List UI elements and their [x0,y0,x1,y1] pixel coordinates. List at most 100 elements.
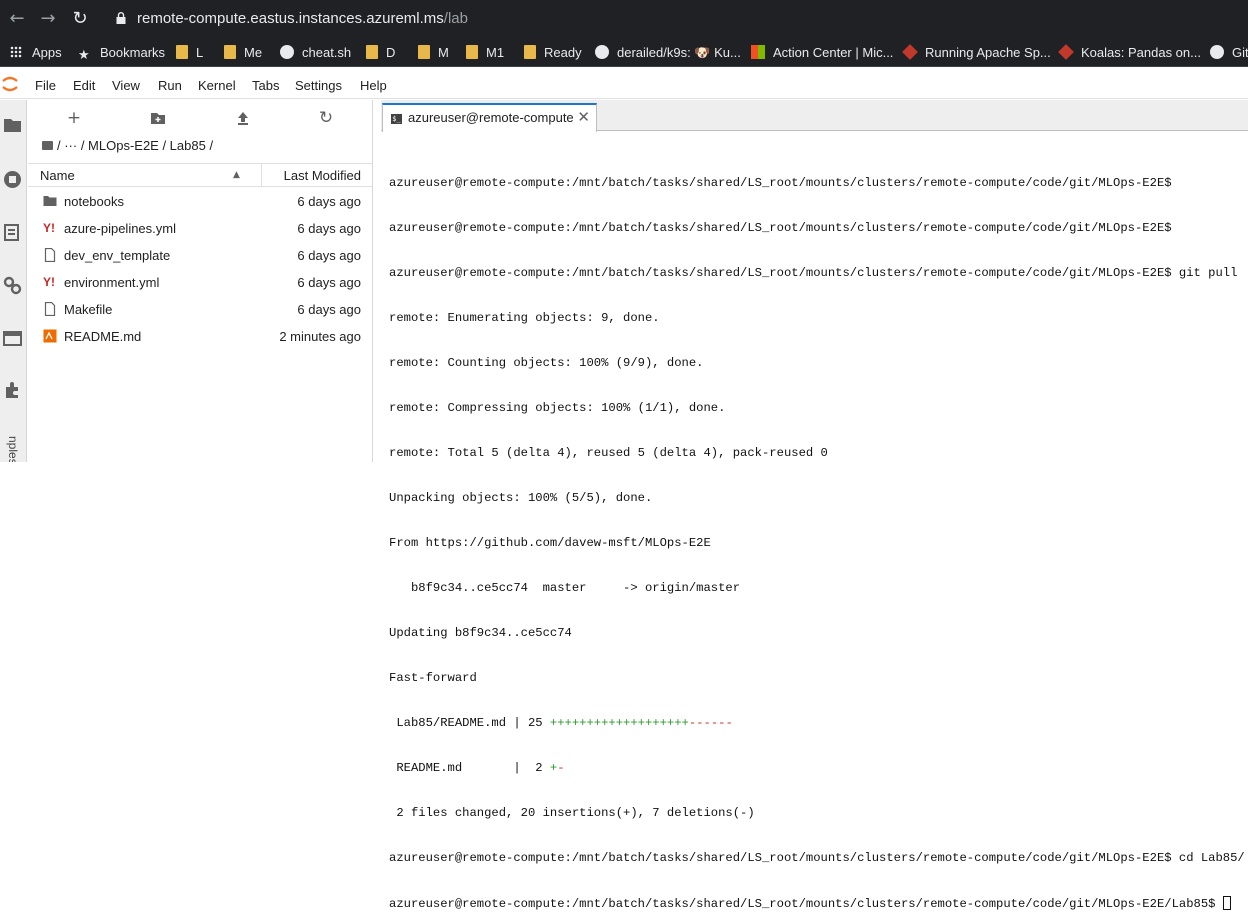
new-folder-icon[interactable] [148,109,168,127]
column-header-name[interactable]: Name [40,168,75,183]
bookmark-d[interactable]: D [366,43,395,62]
breadcrumb[interactable]: / ··· / MLOps-E2E / Lab85 / [42,138,213,153]
microsoft-icon [751,45,765,59]
menu-settings[interactable]: Settings [295,78,342,93]
star-icon: ★ [78,48,90,63]
upload-icon[interactable] [233,109,253,127]
sort-ascending-icon[interactable]: ▲ [233,170,240,180]
bookmark-apps[interactable]: Apps [10,43,62,62]
folder-icon [418,45,430,59]
terminal-line: remote: Compressing objects: 100% (1/1),… [389,401,726,415]
terminal-line: remote: Counting objects: 100% (9/9), do… [389,356,704,370]
menu-tabs[interactable]: Tabs [252,78,279,93]
terminal-line: Unpacking objects: 100% (5/5), done. [389,491,653,505]
markdown-icon [43,329,57,343]
menu-run[interactable]: Run [158,78,182,93]
open-tabs-icon[interactable] [3,329,22,348]
bookmark-k9s[interactable]: derailed/k9s: 🐶 Ku... [595,43,741,62]
yaml-icon: Y! [43,275,55,289]
browser-address-bar: ← → ↻ remote-compute.eastus.instances.az… [0,0,1248,38]
running-kernels-icon[interactable] [3,170,22,189]
file-row[interactable]: Y! environment.yml 6 days ago [28,269,373,296]
file-row[interactable]: README.md 2 minutes ago [28,323,373,350]
menu-kernel[interactable]: Kernel [198,78,236,93]
databricks-icon [902,44,918,60]
url-text: remote-compute.eastus.instances.azureml.… [137,10,468,27]
folder-icon [224,45,236,59]
terminal-line: remote: Total 5 (delta 4), reused 5 (del… [389,446,828,460]
file-icon [44,248,56,262]
bookmark-m[interactable]: M [418,43,449,62]
file-row[interactable]: dev_env_template 6 days ago [28,242,373,269]
tab-terminal[interactable]: $_ azureuser@remote-compute ✕ [382,103,597,132]
file-row[interactable]: Y! azure-pipelines.yml 6 days ago [28,215,373,242]
tab-label: azureuser@remote-compute [408,110,574,125]
url-omnibox[interactable]: remote-compute.eastus.instances.azureml.… [100,4,1248,34]
terminal-line: remote: Enumerating objects: 9, done. [389,311,660,325]
bookmark-bookmarks[interactable]: ★ Bookmarks [78,43,165,63]
menu-help[interactable]: Help [360,78,387,93]
terminal-line: From https://github.com/davew-msft/MLOps… [389,536,711,550]
bookmark-git[interactable]: Git [1210,43,1248,62]
lock-icon [116,12,126,24]
back-arrow-icon[interactable]: ← [4,6,30,32]
diff-stat-line: Lab85/README.md | 25 +++++++++++++++++++… [389,716,733,730]
jupyter-menubar: File Edit View Run Kernel Tabs Settings … [0,71,1248,99]
github-icon [595,45,609,59]
folder-icon [42,141,53,150]
folder-icon [43,196,57,206]
commands-icon[interactable] [3,223,22,242]
terminal-line: Updating b8f9c34..ce5cc74 [389,626,572,640]
tab-bar: $_ azureuser@remote-compute ✕ [381,100,1248,132]
close-icon[interactable]: ✕ [577,108,590,126]
folder-icon[interactable] [3,116,22,135]
terminal-line: azureuser@remote-compute:/mnt/batch/task… [389,221,1172,235]
extension-manager-icon[interactable] [3,381,22,400]
main-area: $_ azureuser@remote-compute ✕ azureuser@… [381,100,1248,911]
forward-arrow-icon[interactable]: → [35,6,61,32]
terminal-line: b8f9c34..ce5cc74 master -> origin/master [389,581,741,595]
reload-icon[interactable]: ↻ [67,6,93,32]
terminal-icon: $_ [391,114,402,124]
folder-icon [366,45,378,59]
folder-icon [466,45,478,59]
bookmark-cheat-sh[interactable]: cheat.sh [280,43,351,62]
jupyter-logo-icon [2,76,18,92]
column-header-last-modified[interactable]: Last Modified [284,168,361,183]
terminal-line: azureuser@remote-compute:/mnt/batch/task… [389,851,1245,865]
new-launcher-icon[interactable]: + [64,109,84,127]
file-browser: + ↻ / ··· / MLOps-E2E / Lab85 / Name ▲ L… [28,100,373,462]
bookmarks-bar: Apps ★ Bookmarks L Me cheat.sh D M M1 Rea… [0,38,1248,67]
terminal-line: Fast-forward [389,671,477,685]
bookmark-m1[interactable]: M1 [466,43,504,62]
menu-edit[interactable]: Edit [73,78,95,93]
file-row[interactable]: notebooks 6 days ago [28,188,373,215]
bookmark-koalas[interactable]: Koalas: Pandas on... [1058,43,1201,62]
terminal-line: azureuser@remote-compute:/mnt/batch/task… [389,176,1172,190]
apps-grid-icon [10,46,22,58]
folder-icon [524,45,536,59]
bookmark-apache-spark[interactable]: Running Apache Sp... [902,43,1051,62]
terminal-prompt-line[interactable]: azureuser@remote-compute:/mnt/batch/task… [389,896,1244,911]
bookmark-action-center[interactable]: Action Center | Mic... [751,43,893,62]
bookmark-l[interactable]: L [176,43,203,62]
activity-bar: nples [0,100,27,462]
sidebar-vertical-label[interactable]: nples [6,436,20,462]
file-icon [44,302,56,316]
diff-stat-line: README.md | 2 +- [389,761,565,775]
bookmark-me[interactable]: Me [224,43,262,62]
terminal-output[interactable]: azureuser@remote-compute:/mnt/batch/task… [389,146,1245,924]
menu-view[interactable]: View [112,78,140,93]
terminal-line: 2 files changed, 20 insertions(+), 7 del… [389,806,755,820]
github-icon [1210,45,1224,59]
terminal-cursor [1222,896,1231,910]
folder-icon [176,45,188,59]
property-inspector-icon[interactable] [3,276,22,295]
bookmark-ready[interactable]: Ready [524,43,582,62]
file-list-header: Name ▲ Last Modified [28,163,373,187]
menu-file[interactable]: File [35,78,56,93]
globe-icon [280,45,294,59]
file-row[interactable]: Makefile 6 days ago [28,296,373,323]
databricks-icon [1058,44,1074,60]
refresh-icon[interactable]: ↻ [316,109,336,127]
